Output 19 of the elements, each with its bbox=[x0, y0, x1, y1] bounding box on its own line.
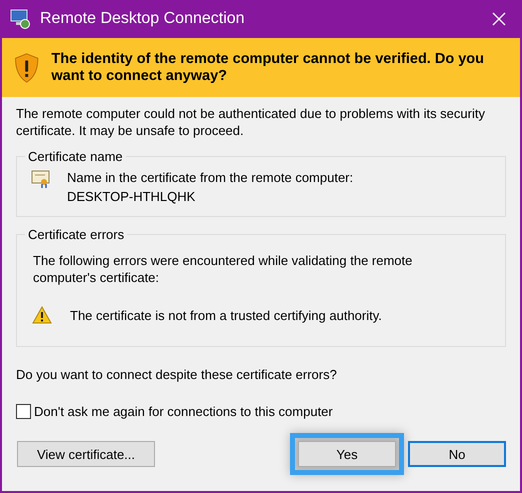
dialog-button[interactable]: Yes bbox=[298, 441, 396, 467]
remote-desktop-icon bbox=[10, 9, 32, 29]
error-text: The certificate is not from a trusted certifying authority. bbox=[70, 308, 382, 322]
checkbox[interactable] bbox=[16, 404, 31, 419]
certificate-name-value: DESKTOP-HTHLQHK bbox=[67, 189, 196, 204]
certificate-name-label: Name in the certificate from the remote computer: bbox=[67, 170, 354, 185]
window-title: Remote Desktop Connection bbox=[40, 10, 246, 28]
certificate-icon bbox=[31, 170, 51, 188]
errors-description: The following errors were encountered while validating the remote computer's certificate: bbox=[33, 252, 414, 286]
view-certificate-button[interactable]: View certificate... bbox=[17, 441, 155, 467]
checkbox-label[interactable]: Don't ask me again for connections to this computer bbox=[34, 404, 333, 419]
question-text: Do you want to connect despite these certificate errors? bbox=[16, 367, 338, 382]
group-title: Certificate errors bbox=[27, 227, 126, 242]
close-icon bbox=[492, 12, 506, 26]
intro-text: The remote computer could not be authenticated due to problems with its security certificate. It may be unsafe to proceed. bbox=[16, 105, 486, 139]
group-title: Certificate name bbox=[27, 149, 124, 164]
warning-heading: The identity of the remote computer cannot be verified. Do you want to connect anyway? bbox=[51, 50, 485, 84]
dialog-button[interactable]: No bbox=[408, 441, 506, 467]
warning-icon bbox=[32, 306, 52, 324]
